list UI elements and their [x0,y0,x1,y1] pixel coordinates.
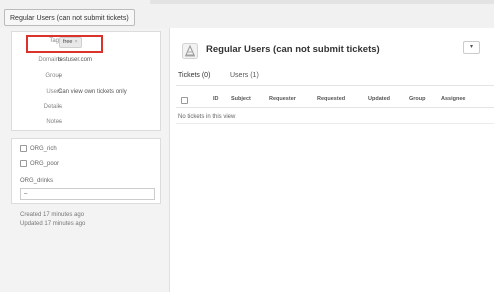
custom-fields-card: ORG_rich ORG_poor ORG_drinks – [11,138,161,204]
column-updated[interactable]: Updated [368,96,390,102]
page-title: Regular Users (can not submit tickets) [206,44,380,55]
column-group[interactable]: Group [409,96,426,102]
details-value[interactable]: – [58,100,61,114]
users-value[interactable]: Can view own tickets only [58,85,127,99]
org-tab[interactable]: Regular Users (can not submit tickets) [4,9,135,26]
tags-highlight-box [26,35,103,53]
org-poor-checkbox[interactable] [20,160,27,167]
select-all-checkbox[interactable] [181,97,188,104]
top-bar-strip [150,0,494,4]
org-poor-checkbox-row[interactable]: ORG_poor [20,160,59,169]
column-id[interactable]: ID [213,96,219,102]
organization-icon [182,43,198,59]
column-requested[interactable]: Requested [317,96,345,102]
org-rich-checkbox-row[interactable]: ORG_rich [20,145,57,154]
column-requester[interactable]: Requester [269,96,296,102]
org-rich-checkbox[interactable] [20,145,27,152]
tabs-divider [176,85,494,86]
empty-tickets-message: No tickets in this view [178,114,236,120]
org-poor-label: ORG_poor [30,161,60,168]
org-drinks-label: ORG_drinks [20,178,54,184]
details-row: Details – [12,100,162,114]
properties-card: Tags free × Domains testuser.com Group – … [11,31,161,131]
group-value[interactable]: – [58,69,61,83]
table-row-divider [176,123,494,124]
updated-meta: Updated 17 minutes ago [20,221,86,227]
top-bar: Regular Users (can not submit tickets) [0,0,494,28]
users-row: Users Can view own tickets only [12,85,162,99]
group-row: Group – [12,69,162,83]
org-rich-label: ORG_rich [30,146,57,153]
domains-row: Domains testuser.com [12,53,162,67]
notes-value[interactable]: – [58,115,61,129]
table-header-divider [176,107,494,108]
tab-tickets[interactable]: Tickets (0) [178,72,210,79]
notes-row: Notes – [12,115,162,129]
domains-value[interactable]: testuser.com [58,53,92,67]
column-subject[interactable]: Subject [231,96,251,102]
column-assignee[interactable]: Assignee [441,96,465,102]
created-meta: Created 17 minutes ago [20,212,85,218]
org-drinks-input[interactable]: – [20,188,155,200]
tab-users[interactable]: Users (1) [230,72,259,79]
options-dropdown-button[interactable]: ▾ [463,41,480,54]
